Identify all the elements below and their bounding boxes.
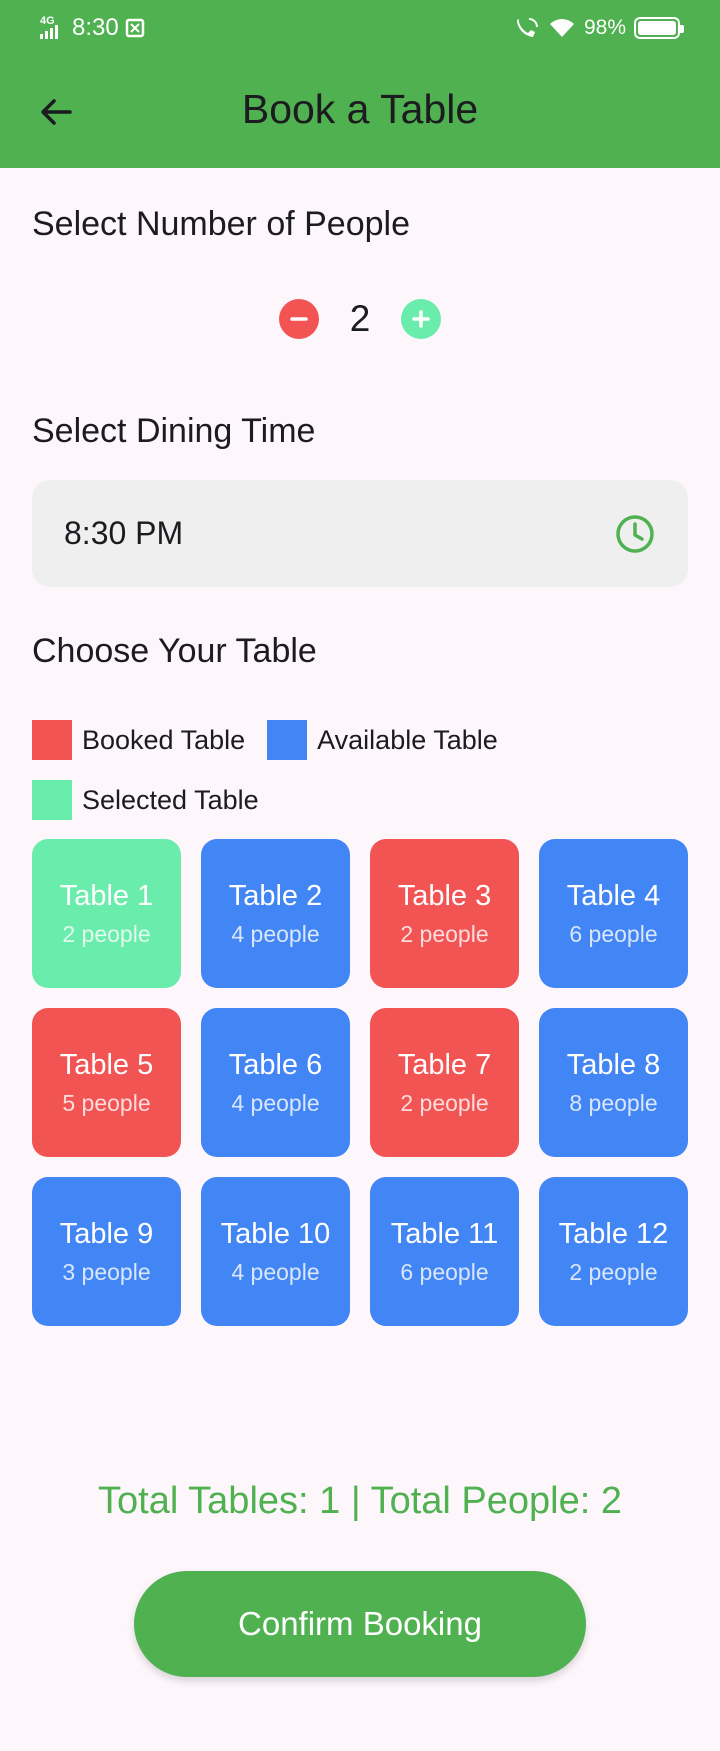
app-bar: Book a Table: [0, 56, 720, 168]
decrement-button[interactable]: [279, 299, 319, 339]
table-capacity: 4 people: [231, 1258, 320, 1285]
table-tile[interactable]: Table 2 4 people: [201, 839, 350, 988]
table-name: Table 7: [397, 1048, 492, 1081]
battery-percent: 98%: [583, 16, 626, 39]
wifi-calling-icon: [516, 18, 538, 37]
table-name: Table 9: [59, 1217, 154, 1250]
legend-booked: Booked Table: [32, 720, 245, 760]
table-name: Table 6: [228, 1048, 323, 1081]
table-capacity: 2 people: [400, 920, 489, 947]
status-bar: 4G 8:30 98%: [0, 0, 720, 56]
legend-label: Selected Table: [82, 784, 259, 815]
table-tile[interactable]: Table 7 2 people: [370, 1008, 519, 1157]
clock-icon[interactable]: [614, 513, 656, 555]
table-grid: Table 1 2 people Table 2 4 people Table 3 2…: [32, 839, 688, 1326]
status-left: 4G 8:30: [38, 14, 147, 42]
table-tile[interactable]: Table 5 5 people: [32, 1008, 181, 1157]
table-capacity: 6 people: [400, 1258, 489, 1285]
legend-label: Booked Table: [82, 724, 246, 755]
table-name: Table 3: [397, 879, 492, 912]
table-capacity: 5 people: [62, 1089, 151, 1116]
table-capacity: 6 people: [569, 920, 658, 947]
table-name: Table 11: [390, 1217, 499, 1250]
table-tile[interactable]: Table 1 2 people: [32, 839, 181, 988]
status-right: 98%: [514, 16, 684, 40]
people-count: 2: [349, 298, 371, 339]
booking-summary: Total Tables: 1 | Total People: 2: [98, 1480, 622, 1522]
table-name: Table 5: [59, 1048, 154, 1081]
table-capacity: 2 people: [569, 1258, 658, 1285]
screenshot-notification-icon: [125, 18, 144, 38]
table-capacity: 8 people: [569, 1089, 658, 1116]
dining-time-field[interactable]: 8:30 PM: [32, 480, 688, 587]
table-capacity: 2 people: [62, 920, 151, 947]
people-section-title: Select Number of People: [32, 205, 410, 243]
status-time: 8:30: [72, 14, 119, 41]
table-capacity: 3 people: [62, 1258, 151, 1285]
table-name: Table 1: [59, 879, 154, 912]
table-section-title: Choose Your Table: [32, 632, 317, 670]
minus-icon: [290, 317, 308, 321]
legend-label: Available Table: [317, 724, 498, 755]
table-name: Table 2: [228, 879, 323, 912]
legend-available: Available Table: [267, 720, 498, 760]
dining-time-value: 8:30 PM: [64, 515, 184, 551]
battery-icon: [634, 17, 684, 39]
legend-row: Booked Table Available Table: [32, 720, 520, 760]
legend-swatch-booked: [32, 720, 72, 760]
people-counter: 2: [0, 298, 720, 340]
plus-icon: [412, 310, 430, 328]
wifi-icon: [549, 19, 574, 37]
legend-row: Selected Table: [32, 780, 281, 820]
table-capacity: 4 people: [231, 920, 320, 947]
increment-button[interactable]: [401, 299, 441, 339]
page-title: Book a Table: [241, 86, 479, 132]
table-tile[interactable]: Table 10 4 people: [201, 1177, 350, 1326]
table-name: Table 12: [558, 1217, 669, 1250]
table-capacity: 4 people: [231, 1089, 320, 1116]
time-section-title: Select Dining Time: [32, 412, 316, 450]
table-name: Table 10: [220, 1217, 331, 1250]
confirm-booking-button[interactable]: Confirm Booking: [134, 1571, 586, 1677]
legend-selected: Selected Table: [32, 780, 259, 820]
table-capacity: 2 people: [400, 1089, 489, 1116]
table-name: Table 8: [566, 1048, 661, 1081]
table-tile[interactable]: Table 12 2 people: [539, 1177, 688, 1326]
table-name: Table 4: [566, 879, 661, 912]
signal-icon: 4G: [38, 15, 66, 41]
table-tile[interactable]: Table 9 3 people: [32, 1177, 181, 1326]
table-tile[interactable]: Table 4 6 people: [539, 839, 688, 988]
legend-swatch-available: [267, 720, 308, 760]
table-tile[interactable]: Table 8 8 people: [539, 1008, 688, 1157]
table-tile[interactable]: Table 6 4 people: [201, 1008, 350, 1157]
legend-swatch-selected: [32, 780, 72, 820]
table-tile[interactable]: Table 3 2 people: [370, 839, 519, 988]
table-tile[interactable]: Table 11 6 people: [370, 1177, 519, 1326]
